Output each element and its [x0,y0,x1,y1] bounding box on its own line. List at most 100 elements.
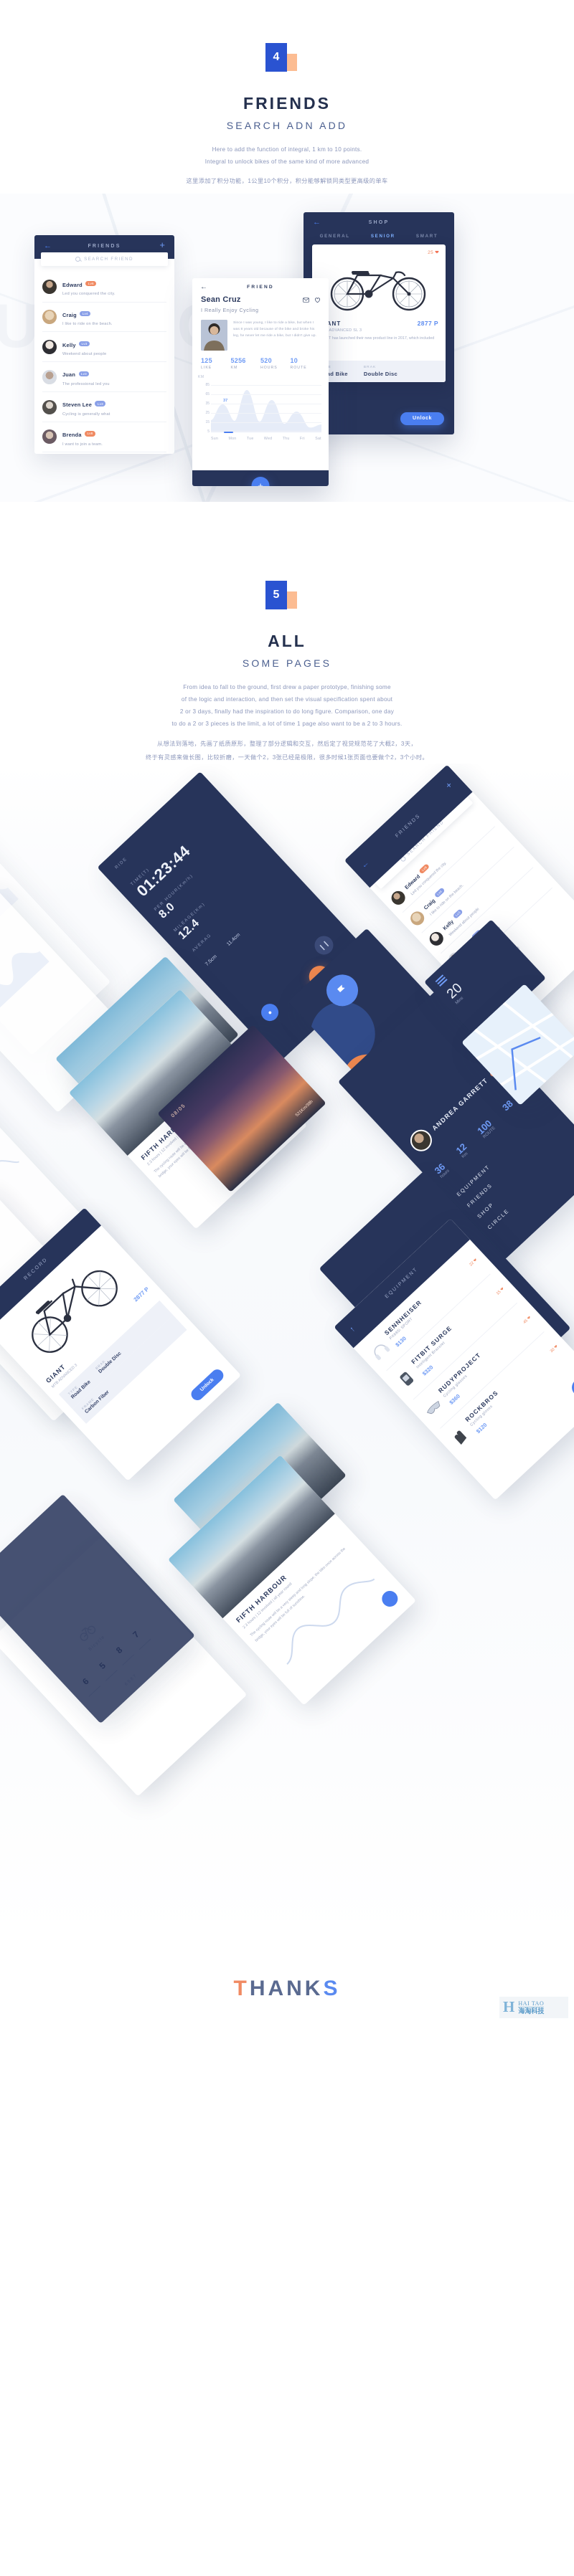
equipment-likes: 22 ❤ [469,1258,478,1268]
list-item[interactable]: Juan Lv3 The professional led you [42,362,166,393]
ytick: 85 [205,383,210,388]
stat-hours-label: HOURS [260,366,278,371]
km-chart: KM 85 65 35 25 15 5 37 Sun Mon Tue Wed T… [197,375,324,442]
desc-line-2: of the logic and interaction, and then s… [181,695,393,703]
section-5-header: 5 ALL SOME PAGES From idea to fall to th… [0,502,574,764]
stat-route: 100 ROUTE [475,1118,497,1139]
section-4-collage: UNLOCK ← FRIENDS + SEARCH FRIEND Edward … [0,193,574,502]
xtick: Wed [263,437,273,442]
section-4-description: Here to add the function of integral, 1 … [0,143,574,188]
ytick: 35 [205,401,210,407]
friend-bio: Since I was young, I like to ride a bike… [233,320,316,338]
friend-name: Brenda [62,432,82,439]
equipment-likes: 45 ❤ [522,1316,532,1325]
avatar [42,339,57,354]
product-price: 2877 P [417,319,438,327]
add-equipment-button[interactable]: + [568,1375,574,1400]
level-badge: Lv3 [78,371,90,376]
pause-icon[interactable]: ❙❙ [311,932,337,959]
stat-like-value: 125 [201,356,212,364]
desc-line-1: Here to add the function of integral, 1 … [212,146,362,153]
stat-like-label: LIKE [201,366,212,371]
avatar [42,280,57,295]
desc-line-cn: 这里添加了积分功能，1公里10个积分，积分能够解锁同类型更高级的单车 [186,178,388,185]
unlock-button[interactable]: Unlock [188,1367,226,1403]
ytick: 65 [205,392,210,397]
desc-line-4: to do a 2 or 3 pieces is the limit, a lo… [171,721,403,728]
product-card[interactable]: 25 ❤ GIANT 2877 P TCR ADVANCED SL 3 has … [312,244,446,382]
section-4-header: 4 FRIENDS SEARCH ADN ADD Here to add the… [0,0,574,188]
like-count: 25 ❤ [312,244,446,255]
list-item[interactable]: Kelly Lv3 Weekend about people [42,332,166,363]
friend-desc: Cycling is generally what [62,412,110,417]
logo-text: HAI TAO 海淘科技 [518,2000,545,2015]
friend-detail-screen[interactable]: ← FRIEND Sean Cruz I Really Enjoy Cyclin… [192,277,329,486]
xtick: Fri [299,437,305,442]
bicycle-illustration [330,270,426,310]
thanks-s: S [323,1976,341,2000]
friend-desc: The professional led you [62,381,110,386]
tab-senior[interactable]: SENIOR [371,234,395,239]
friends-screen[interactable]: ← FRIENDS + SEARCH FRIEND Edward Lv6 Led… [34,234,174,454]
unlock-button[interactable]: Unlock [400,412,444,425]
chart-annotation: 37 [223,399,228,404]
product-specs: TYPE Road Bike BRAK Double Disc [312,360,446,382]
chart-y-label: KM [198,375,204,380]
spec-brake-value: Double Disc [363,370,398,377]
smartwatch-icon [400,1372,414,1386]
shop-tabs: GENERAL SENIOR SMART [304,234,454,244]
haitao-logo: H HAI TAO 海淘科技 [499,1996,568,2018]
stat-hours: 36 hours [433,1161,451,1179]
avatar [42,309,57,324]
product-model: TCR ADVANCED SL 3 [319,328,362,333]
list-item[interactable]: Steven Lee Lv3 Cycling is generally what [42,392,166,423]
xtick: Mon [228,437,237,442]
logo-en: HAI TAO [518,2000,545,2007]
product-image [312,255,446,317]
tab-smart[interactable]: SMART [416,234,438,239]
chart-y-ticks: 85 65 35 25 15 5 [197,383,210,439]
spec-brake-key: BRAK [363,365,377,369]
friend-name: Edward [62,281,83,288]
location-icon[interactable]: ● [258,1000,283,1025]
search-placeholder: SEARCH FRIEND [84,256,133,262]
stat-route-value: 10 [290,356,298,364]
tab-general[interactable]: GENERAL [320,234,350,239]
ytick: 25 [205,411,210,416]
section-5-description: From idea to fall to the ground, first d… [0,681,574,764]
like-count-value: 25 [428,249,434,255]
gloves-icon [454,1430,467,1445]
stat-km: 12 Km [454,1141,472,1159]
avatar [407,908,427,928]
add-friend-button[interactable]: + [251,476,270,486]
list-item[interactable]: Edward Lv6 Led you conquered the city. [42,272,166,303]
thanks-mid: HANK [249,1976,324,2000]
stat-hours-value: 520 [260,356,272,364]
xtick: Sat [315,437,321,442]
friend-stats: 125 LIKE 5256 KM 520 HOURS 10 ROUTE [192,351,329,371]
section-4-badge: 4 [265,43,309,80]
avatar [405,1125,437,1156]
menu-item-shop[interactable]: SHOP [476,1131,570,1220]
list-item[interactable]: Brenda Lv8 I want to join a team. [42,422,166,452]
stat-km: 5256 KM [231,357,261,371]
stat-km-label: KM [230,366,238,371]
heart-outline-icon[interactable] [314,297,321,303]
level-badge: Lv4 [80,310,91,317]
level-badge: Lv6 [418,863,430,875]
xtick: Sun [211,437,219,442]
avatar [388,888,408,908]
equipment-likes: 30 ❤ [550,1344,559,1354]
section-5-collage: KM 10 RIDE TIME(T) 01:23:44 [0,763,574,1939]
friend-name: Steven Lee [62,401,93,409]
search-icon [75,256,81,262]
mail-icon[interactable] [303,297,309,303]
heart-icon[interactable]: ❤ [435,250,439,255]
list-item[interactable]: Jerry Lv1 [42,452,166,454]
plus-icon[interactable]: + [159,240,165,249]
stat-like: 125 LIKE [201,357,231,371]
list-item[interactable]: Craig Lv4 I like to ride on the beach. [42,303,166,333]
xtick: Tue [246,437,254,442]
search-input[interactable]: SEARCH FRIEND [41,252,168,266]
product-info: GIANT 2877 P TCR ADVANCED SL 3 GIANT has… [312,317,446,356]
